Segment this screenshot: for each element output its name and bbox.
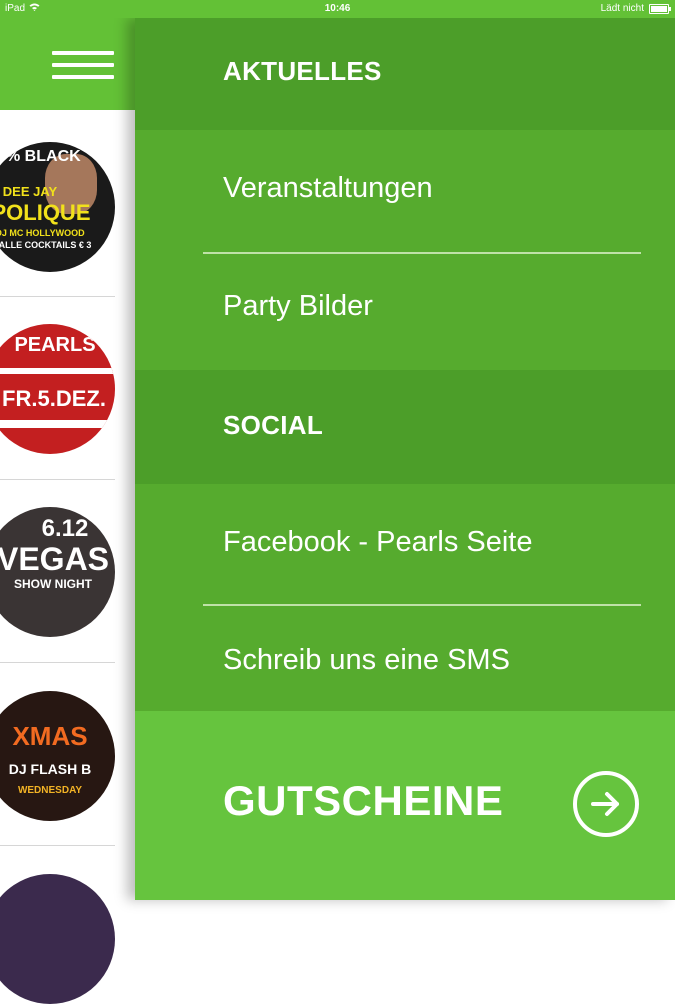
list-divider bbox=[0, 479, 115, 480]
thumb-text: XMAS bbox=[12, 721, 88, 751]
event-thumbnail[interactable]: PEARLS FR.5.DEZ. bbox=[0, 324, 115, 454]
thumb-text: ALLE COCKTAILS € 3 bbox=[0, 240, 92, 250]
thumb-text: DEE JAY bbox=[2, 184, 58, 199]
menu-item-sms[interactable]: Schreib uns eine SMS bbox=[135, 606, 675, 711]
thumb-text: 6.12 bbox=[41, 515, 89, 542]
clock: 10:46 bbox=[324, 3, 351, 14]
event-thumbnail[interactable]: XMAS DJ FLASH B WEDNESDAY bbox=[0, 691, 115, 821]
thumb-text: PEARLS bbox=[14, 334, 96, 356]
menu-item-facebook[interactable]: Facebook - Pearls Seite bbox=[135, 484, 675, 604]
charging-status: Lädt nicht bbox=[600, 3, 644, 14]
status-bar: iPad 10:46 Lädt nicht bbox=[0, 0, 675, 18]
event-thumbnail[interactable]: 100% BLACK DEE JAY POLIQUE DJ MC HOLLYWO… bbox=[0, 142, 115, 272]
thumb-text: DJ FLASH B bbox=[8, 761, 92, 777]
thumb-text: POLIQUE bbox=[0, 200, 91, 225]
app-header bbox=[0, 18, 135, 110]
thumb-text: 100% BLACK bbox=[0, 148, 81, 165]
section-title: SOCIAL bbox=[223, 410, 324, 440]
arrow-right-circle-icon[interactable] bbox=[573, 771, 639, 837]
status-right: Lädt nicht bbox=[600, 3, 671, 14]
gutscheine-button[interactable]: GUTSCHEINE bbox=[135, 711, 675, 900]
menu-item-label: Veranstaltungen bbox=[223, 172, 433, 204]
menu-item-label: Schreib uns eine SMS bbox=[223, 644, 510, 676]
menu-item-veranstaltungen[interactable]: Veranstaltungen bbox=[135, 130, 675, 250]
section-header-aktuelles: AKTUELLES bbox=[135, 18, 675, 130]
menu-item-label: Party Bilder bbox=[223, 290, 373, 322]
list-divider bbox=[0, 662, 115, 663]
section-title: AKTUELLES bbox=[223, 56, 382, 86]
thumb-text: DJ MC HOLLYWOOD bbox=[0, 228, 85, 238]
section-header-social: SOCIAL bbox=[135, 370, 675, 484]
menu-item-party-bilder[interactable]: Party Bilder bbox=[135, 254, 675, 370]
thumb-text: WEDNESDAY bbox=[17, 785, 83, 796]
event-list-pane: 100% BLACK DEE JAY POLIQUE DJ MC HOLLYWO… bbox=[0, 18, 135, 1004]
list-divider bbox=[0, 845, 115, 846]
list-divider bbox=[0, 296, 115, 297]
battery-icon bbox=[649, 3, 671, 14]
thumb-text: FR.5.DEZ. bbox=[2, 386, 106, 411]
gutscheine-label: GUTSCHEINE bbox=[223, 777, 504, 824]
menu-item-label: Facebook - Pearls Seite bbox=[223, 526, 533, 558]
menu-icon[interactable] bbox=[52, 51, 114, 79]
side-menu: AKTUELLES Veranstaltungen Party Bilder S… bbox=[135, 18, 675, 900]
thumb-text: VEGAS bbox=[0, 541, 110, 577]
thumb-text: SHOW NIGHT bbox=[14, 577, 92, 591]
event-thumbnail[interactable] bbox=[0, 874, 115, 1004]
event-thumbnail[interactable]: 6.12 VEGAS SHOW NIGHT bbox=[0, 507, 115, 637]
